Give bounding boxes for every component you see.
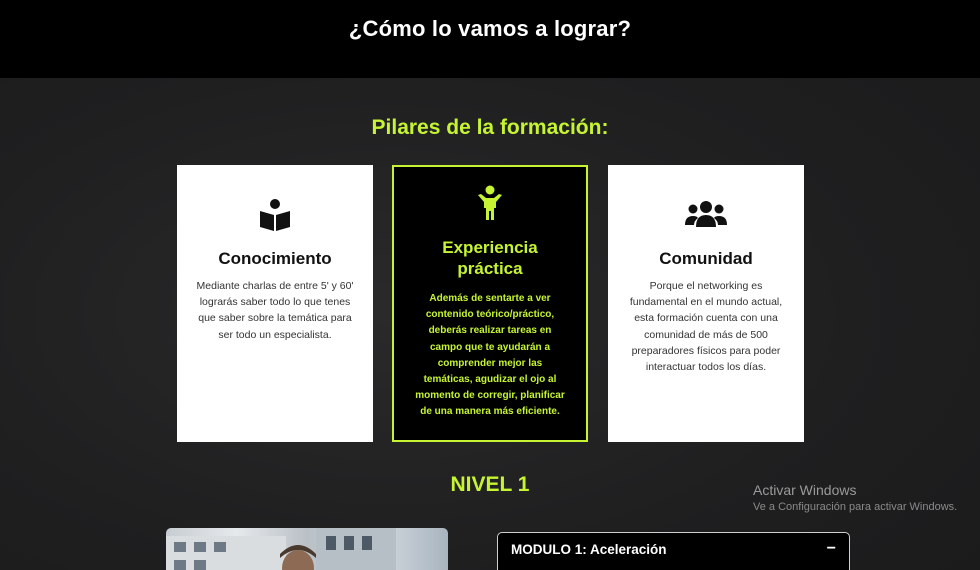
pillar-body: Porque el networking es fundamental en e… xyxy=(629,280,783,374)
pillar-card-conocimiento: Conocimiento Mediante charlas de entre 5… xyxy=(177,165,373,442)
module-1-accordion[interactable]: MODULO 1: Aceleración − xyxy=(497,532,850,570)
pillar-card-experiencia: Experiencia práctica Además de sentarte … xyxy=(392,165,588,442)
page: ¿Cómo lo vamos a lograr? Pilares de la f… xyxy=(0,0,980,570)
page-title: ¿Cómo lo vamos a lograr? xyxy=(348,16,632,41)
pillar-heading: Conocimiento xyxy=(218,249,332,268)
course-photo xyxy=(166,528,448,570)
pillar-body: Mediante charlas de entre 5' y 60' logra… xyxy=(196,280,354,341)
module-title: MODULO 1: Aceleración xyxy=(511,542,667,557)
book-reader-icon xyxy=(177,197,373,233)
collapse-icon[interactable]: − xyxy=(827,540,836,558)
pillar-heading: Experiencia práctica xyxy=(442,238,538,278)
pillars-title: Pilares de la formación: xyxy=(371,116,609,139)
pillar-card-comunidad: Comunidad Porque el networking es fundam… xyxy=(608,165,804,442)
users-group-icon xyxy=(608,199,804,231)
child-figure-icon xyxy=(394,185,586,221)
windows-activation-title: Activar Windows xyxy=(753,482,857,498)
pillar-body: Además de sentarte a ver contenido teóri… xyxy=(415,293,565,418)
pillar-heading: Comunidad xyxy=(659,249,753,268)
windows-activation-subtitle: Ve a Configuración para activar Windows. xyxy=(753,501,958,513)
